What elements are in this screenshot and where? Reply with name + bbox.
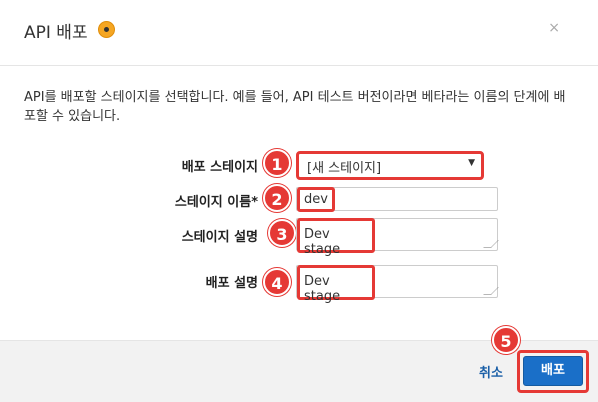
stage-desc-value: Dev stage	[297, 218, 375, 257]
stage-select[interactable]: [새 스테이지] ▼	[296, 151, 484, 180]
dialog-title: API 배포	[24, 23, 88, 43]
cancel-button[interactable]: 취소	[479, 362, 503, 381]
step-badge-4: 4	[263, 268, 291, 296]
stage-label: 배포 스테이지	[181, 160, 258, 175]
step-badge-2: 2	[263, 184, 291, 212]
step-badge-5: 5	[492, 326, 520, 354]
stage-name-value: dev	[297, 187, 335, 212]
stage-name-label: 스테이지 이름*	[174, 195, 258, 210]
info-icon[interactable]	[98, 21, 115, 38]
stage-desc-textarea[interactable]: Dev stage	[296, 218, 499, 257]
stage-desc-label: 스테이지 설명	[181, 230, 258, 245]
stage-select-value: [새 스테이지]	[307, 161, 382, 176]
dialog-header: API 배포 ×	[0, 0, 598, 66]
resize-grip-icon[interactable]	[483, 240, 499, 248]
stage-name-input[interactable]: dev	[296, 187, 498, 212]
dropdown-arrow-icon: ▼	[468, 158, 475, 168]
dialog-description: API를 배포할 스테이지를 선택합니다. 예를 들어, API 테스트 버전이…	[24, 90, 566, 124]
step-badge-3: 3	[268, 219, 296, 247]
deploy-desc-label: 배포 설명	[205, 276, 258, 291]
deploy-button[interactable]: 배포	[523, 356, 583, 386]
resize-grip-icon[interactable]	[483, 287, 499, 295]
step-badge-1: 1	[263, 149, 291, 177]
deploy-desc-textarea[interactable]: Dev stage	[296, 265, 499, 304]
close-icon[interactable]: ×	[548, 20, 560, 36]
deploy-desc-value: Dev stage	[297, 265, 375, 304]
